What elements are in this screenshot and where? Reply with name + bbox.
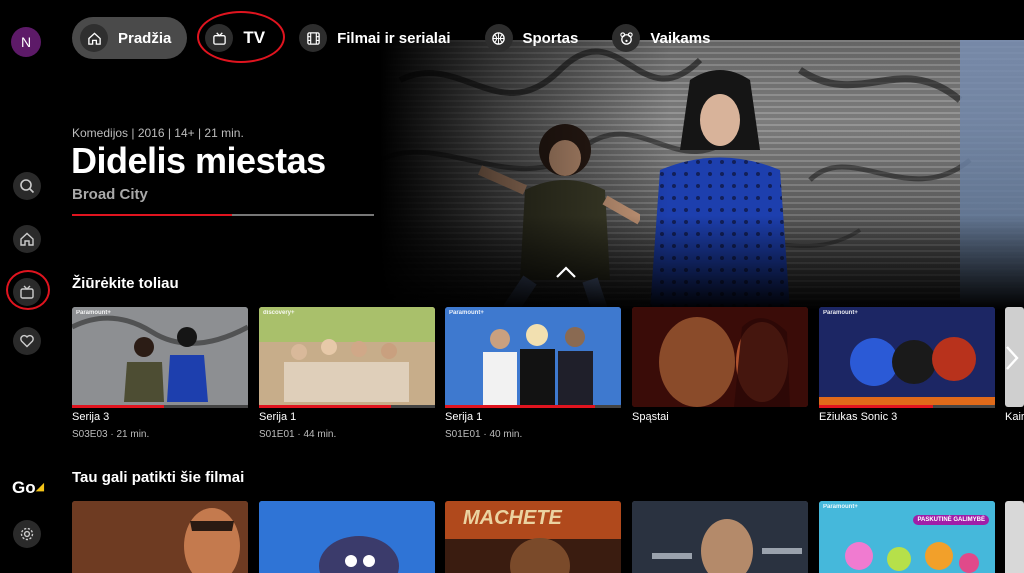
settings-button[interactable]: [13, 520, 41, 548]
home-icon: [87, 31, 101, 45]
ball-icon: [492, 31, 505, 45]
card-badge: discovery+: [263, 310, 295, 316]
sidebar-favorites-button[interactable]: [13, 327, 41, 355]
chevron-right-icon[interactable]: [1004, 344, 1020, 372]
nav-home-icon-wrap: [80, 24, 108, 52]
card-progress-fill: [819, 405, 934, 408]
card-badge: Paramount+: [76, 310, 111, 316]
row-title-continue-watching: Žiūrėkite toliau: [72, 275, 179, 292]
card-artwork: [259, 307, 435, 407]
movie-card-4[interactable]: [632, 501, 808, 573]
card-badge: Paramount+: [449, 310, 484, 316]
nav-movies-label: Filmai ir serialai: [337, 29, 451, 47]
card-subtitle: S01E01 · 40 min.: [445, 429, 523, 440]
card-artwork: [259, 501, 435, 573]
continue-card-3[interactable]: Paramount+: [445, 307, 621, 407]
nav-tv[interactable]: TV: [197, 11, 286, 63]
nav-home[interactable]: Pradžia: [72, 17, 188, 59]
card-artwork: [72, 307, 248, 407]
continue-card-4[interactable]: [632, 307, 808, 407]
settings-icon: [20, 527, 34, 541]
profile-avatar[interactable]: N: [11, 27, 41, 57]
movie-card-3[interactable]: MACHETE: [445, 501, 621, 573]
bear-icon: [620, 31, 633, 45]
card-artwork: [632, 501, 808, 573]
nav-kids[interactable]: Vaikams: [604, 17, 726, 59]
card-title: Serija 3: [72, 411, 110, 423]
card-progress-fill: [445, 405, 595, 408]
sidebar: N Go◢: [0, 0, 56, 573]
hero-meta: Komedijos | 2016 | 14+ | 21 min.: [72, 126, 244, 140]
card-subtitle: S01E01 · 44 min.: [259, 429, 337, 440]
continue-card-5[interactable]: Paramount+: [819, 307, 995, 407]
hero-progress-bar: [72, 214, 374, 216]
card-title: Kair: [1005, 411, 1024, 423]
nav-film-icon-wrap: [299, 24, 328, 52]
continue-card-2[interactable]: discovery+: [259, 307, 435, 407]
movie-card-2[interactable]: [259, 501, 435, 573]
nav-ball-icon-wrap: [484, 24, 513, 52]
nav-movies-series[interactable]: Filmai ir serialai: [291, 17, 466, 59]
film-icon: [306, 31, 320, 45]
movie-card-6[interactable]: [1005, 501, 1024, 573]
row-title-recommended-movies: Tau gali patikti šie filmai: [72, 469, 245, 486]
home-icon: [20, 232, 34, 246]
card-title: Serija 1: [445, 411, 483, 423]
card-artwork: [445, 307, 621, 407]
card-progress-fill: [259, 405, 391, 408]
brand-text: Go: [12, 478, 36, 497]
card-badge: Paramount+: [823, 504, 858, 510]
card-artwork: [72, 501, 248, 573]
card-progress-bar: [445, 405, 621, 408]
nav-kids-label: Vaikams: [650, 29, 711, 47]
avatar-initial: N: [20, 34, 32, 50]
nav-sports-label: Sportas: [522, 29, 579, 47]
search-button[interactable]: [13, 172, 41, 200]
top-navigation: Pradžia TV Filmai ir serialai Sportas Va…: [72, 11, 736, 63]
hero-progress-fill: [72, 214, 233, 216]
highlight-ring-nav-tv: [197, 11, 286, 63]
hero-background: [380, 40, 1024, 310]
hero-subtitle: Broad City: [72, 186, 148, 203]
card-progress-bar: [259, 405, 435, 408]
card-artwork: [632, 307, 808, 407]
hero-gradient-overlay: [380, 40, 1024, 310]
heart-icon: [20, 334, 34, 348]
card-title: Spąstai: [632, 411, 669, 423]
card-title: Serija 1: [259, 411, 297, 423]
hero-title: Didelis miestas: [71, 140, 326, 181]
card-progress-bar: [819, 405, 995, 408]
movie-card-5[interactable]: Paramount+ PASKUTINĖ GALIMYBĖ: [819, 501, 995, 573]
search-icon: [20, 179, 35, 194]
nav-bear-icon-wrap: [612, 24, 641, 52]
card-progress-bar: [72, 405, 248, 408]
continue-card-1[interactable]: Paramount+: [72, 307, 248, 407]
card-progress-fill: [72, 405, 164, 408]
chevron-up-icon[interactable]: [554, 264, 578, 280]
card-title: Ežiukas Sonic 3: [819, 411, 898, 423]
card-subtitle: S03E03 · 21 min.: [72, 429, 150, 440]
card-artwork: [819, 501, 995, 573]
highlight-ring-sidebar-tv: [6, 270, 50, 310]
card-badge: Paramount+: [823, 310, 858, 316]
go-logo: Go◢: [12, 478, 44, 498]
nav-sports[interactable]: Sportas: [477, 17, 595, 59]
movie-card-1[interactable]: [72, 501, 248, 573]
card-badge: MACHETE: [463, 507, 562, 529]
nav-home-label: Pradžia: [118, 29, 172, 47]
last-chance-tag: PASKUTINĖ GALIMYBĖ: [913, 515, 989, 525]
brand-mark-icon: ◢: [35, 481, 45, 493]
card-artwork: [819, 307, 995, 407]
sidebar-home-button[interactable]: [13, 225, 41, 253]
